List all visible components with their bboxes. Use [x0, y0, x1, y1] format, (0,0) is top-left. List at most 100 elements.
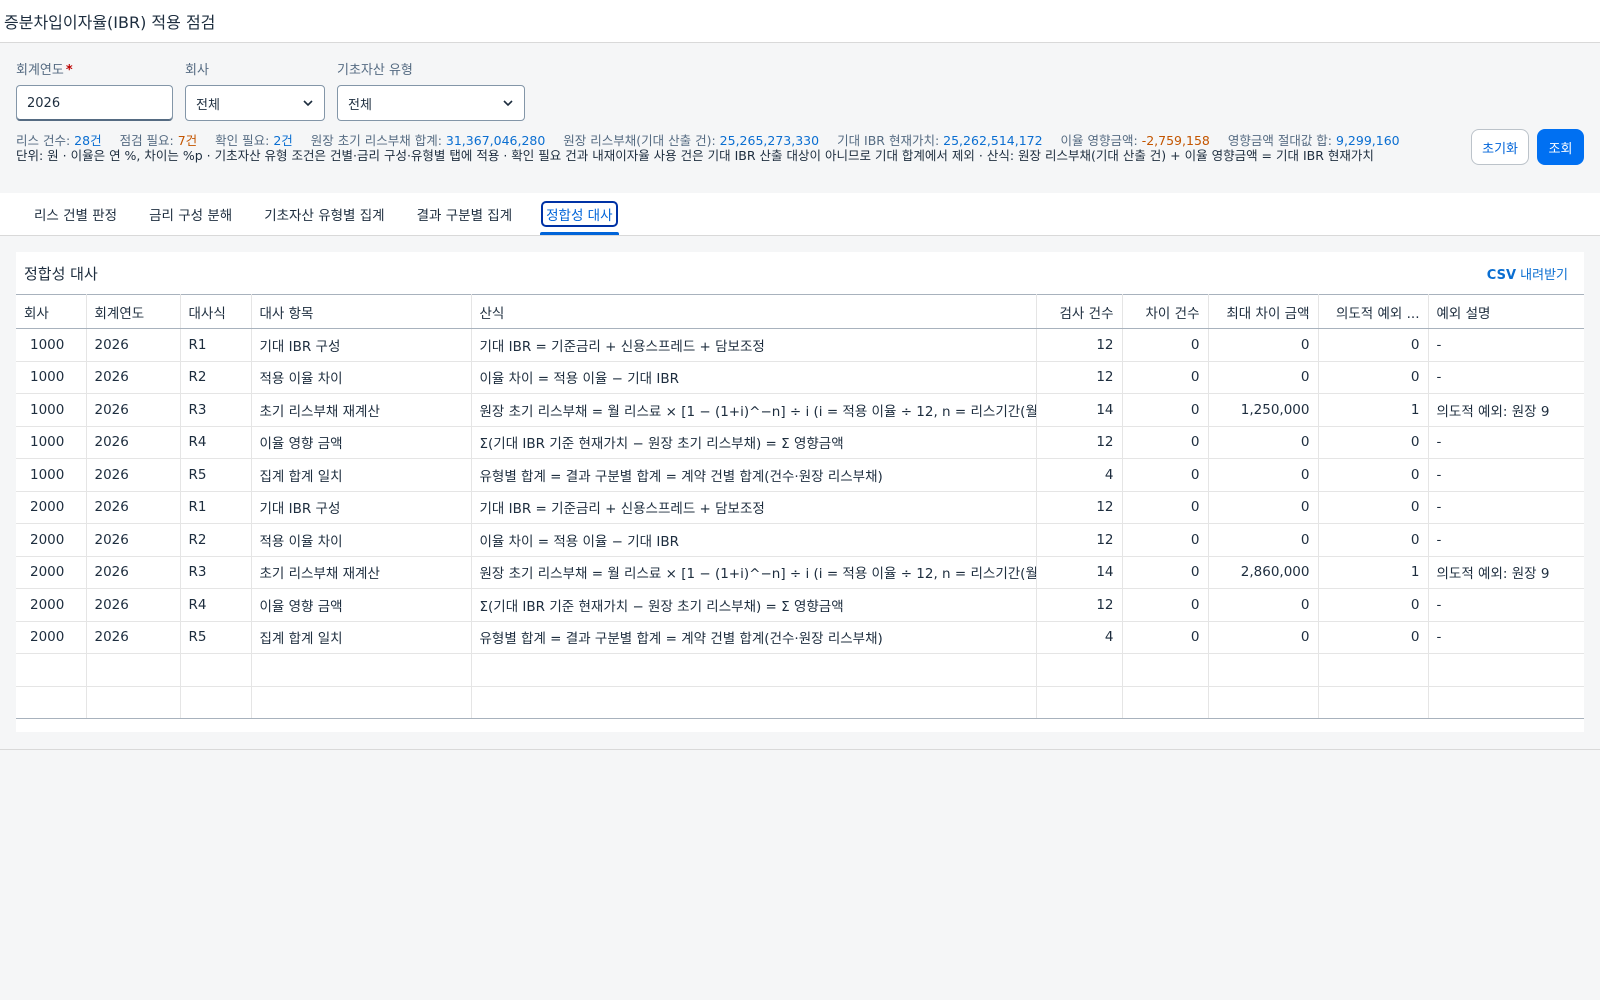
tab-label: 결과 구분별 집계: [416, 208, 513, 224]
cell-formula: 기대 IBR = 기준금리 + 신용스프레드 + 담보조정: [471, 328, 1037, 362]
year-label: 회계연도 *: [16, 59, 173, 78]
cell-diff-count: 0: [1122, 361, 1209, 394]
empty-cell: [1428, 686, 1584, 719]
tab-lease-judgement[interactable]: 리스 건별 판정: [18, 193, 133, 235]
empty-cell: [16, 653, 87, 687]
table-row[interactable]: 2000 2026 R2 적용 이율 차이 이율 차이 = 적용 이율 − 기대 IBR…: [16, 523, 1584, 557]
company-select[interactable]: 전체: [185, 85, 325, 121]
cell-item: 적용 이율 차이: [251, 361, 472, 394]
cell-company: 2000: [16, 621, 87, 654]
cell-year: 2026: [86, 556, 181, 589]
col-formula[interactable]: 산식: [471, 294, 1037, 329]
cell-exception-desc: -: [1428, 491, 1584, 524]
col-diff-count[interactable]: 차이 건수: [1122, 294, 1209, 329]
tab-label: 정합성 대사: [541, 201, 618, 227]
cell-max-diff: 0: [1208, 588, 1319, 622]
asset-type-label: 기초자산 유형: [337, 63, 413, 78]
cell-exception-desc: 의도적 예외: 원장 9: [1428, 393, 1584, 427]
empty-cell: [1122, 686, 1209, 719]
cell-rule: R1: [180, 491, 252, 524]
cell-checked-count: 4: [1036, 458, 1123, 492]
tab-label: 기초자산 유형별 집계: [264, 208, 385, 224]
cell-company: 1000: [16, 328, 87, 362]
cell-formula: 원장 초기 리스부채 = 월 리스료 × [1 − (1+i)^−n] ÷ i …: [471, 393, 1037, 427]
table-row[interactable]: 1000 2026 R2 적용 이율 차이 이율 차이 = 적용 이율 − 기대 IBR…: [16, 361, 1584, 394]
tab-result-summary[interactable]: 결과 구분별 집계: [401, 193, 529, 235]
table-row[interactable]: 2000 2026 R4 이율 영향 금액 Σ(기대 IBR 기준 현재가치 − 원장 …: [16, 588, 1584, 622]
cell-exception-desc: 의도적 예외: 원장 9: [1428, 556, 1584, 589]
asset-type-select[interactable]: 전체: [337, 85, 525, 121]
cell-year: 2026: [86, 523, 181, 557]
cell-year: 2026: [86, 621, 181, 654]
cell-max-diff: 2,860,000: [1208, 556, 1319, 589]
col-company[interactable]: 회사: [16, 294, 87, 329]
empty-cell: [180, 686, 252, 719]
tab-rate-breakdown[interactable]: 금리 구성 분해: [133, 193, 248, 235]
cell-company: 2000: [16, 556, 87, 589]
cell-max-diff: 0: [1208, 328, 1319, 362]
table-row[interactable]: 2000 2026 R5 집계 합계 일치 유형별 합계 = 결과 구분별 합계 = 계…: [16, 621, 1584, 654]
col-checked-count[interactable]: 검사 건수: [1036, 294, 1123, 329]
empty-cell: [1318, 686, 1429, 719]
shell-bar: 증분차입이자율(IBR) 적용 점검: [0, 0, 1600, 43]
cell-intentional-exception: 0: [1318, 588, 1429, 622]
cell-rule: R4: [180, 588, 252, 622]
ledger-initial-value: 31,367,046,280: [445, 133, 546, 148]
cell-formula: Σ(기대 IBR 기준 현재가치 − 원장 초기 리스부채) = Σ 영향금액: [471, 426, 1037, 459]
cell-max-diff: 1,250,000: [1208, 393, 1319, 427]
cell-year: 2026: [86, 328, 181, 362]
col-item[interactable]: 대사 항목: [251, 294, 472, 329]
cell-formula: 이율 차이 = 적용 이율 − 기대 IBR: [471, 361, 1037, 394]
cell-diff-count: 0: [1122, 393, 1209, 427]
table-row[interactable]: 2000 2026 R3 초기 리스부채 재계산 원장 초기 리스부채 = 월 리스료 …: [16, 556, 1584, 589]
cell-rule: R5: [180, 458, 252, 492]
lease-count-value: 28건: [74, 133, 102, 148]
table-row[interactable]: 1000 2026 R4 이율 영향 금액 Σ(기대 IBR 기준 현재가치 − 원장 …: [16, 426, 1584, 459]
rate-impact-label: 이율 영향금액:: [1060, 133, 1138, 148]
ledger-liability-label: 원장 리스부채(기대 산출 건):: [563, 133, 716, 148]
cell-item: 초기 리스부채 재계산: [251, 556, 472, 589]
tab-asset-type-summary[interactable]: 기초자산 유형별 집계: [248, 193, 400, 235]
cell-rule: R3: [180, 393, 252, 427]
chevron-down-icon: [303, 100, 313, 107]
confirm-needed-label: 확인 필요:: [215, 133, 270, 148]
cell-intentional-exception: 0: [1318, 458, 1429, 492]
col-exception-desc[interactable]: 예외 설명: [1428, 294, 1584, 329]
tab-reconciliation[interactable]: 정합성 대사: [528, 193, 630, 235]
cell-diff-count: 0: [1122, 491, 1209, 524]
year-input[interactable]: 2026: [16, 85, 173, 121]
cell-checked-count: 12: [1036, 523, 1123, 557]
check-needed-label: 점검 필요:: [119, 133, 174, 148]
csv-download-link[interactable]: CSV 내려받기: [1487, 264, 1568, 283]
cell-checked-count: 14: [1036, 393, 1123, 427]
cell-diff-count: 0: [1122, 458, 1209, 492]
col-intentional-exception[interactable]: 의도적 예외 ...: [1318, 294, 1429, 329]
search-button[interactable]: 조회: [1537, 129, 1584, 165]
col-max-diff[interactable]: 최대 차이 금액: [1208, 294, 1319, 329]
cell-diff-count: 0: [1122, 328, 1209, 362]
cell-checked-count: 12: [1036, 588, 1123, 622]
table-body: 1000 2026 R1 기대 IBR 구성 기대 IBR = 기준금리 + 신용스프레…: [16, 328, 1584, 719]
cell-year: 2026: [86, 458, 181, 492]
table-row[interactable]: 1000 2026 R1 기대 IBR 구성 기대 IBR = 기준금리 + 신용스프레…: [16, 328, 1584, 362]
cell-checked-count: 4: [1036, 621, 1123, 654]
asset-type-select-value: 전체: [348, 97, 372, 113]
col-rule[interactable]: 대사식: [180, 294, 252, 329]
cell-company: 1000: [16, 361, 87, 394]
table-row[interactable]: 1000 2026 R5 집계 합계 일치 유형별 합계 = 결과 구분별 합계 = 계…: [16, 458, 1584, 492]
reset-button[interactable]: 초기화: [1471, 129, 1529, 165]
app-title: 증분차입이자율(IBR) 적용 점검: [4, 13, 216, 32]
cell-year: 2026: [86, 393, 181, 427]
col-year[interactable]: 회계연도: [86, 294, 181, 329]
cell-max-diff: 0: [1208, 621, 1319, 654]
table-row[interactable]: 2000 2026 R1 기대 IBR 구성 기대 IBR = 기준금리 + 신용스프레…: [16, 491, 1584, 524]
csv-link-rest: 내려받기: [1516, 267, 1568, 283]
reconciliation-panel: 정합성 대사 CSV 내려받기 회사 회계연도 대사식 대사 항목 산식 검사 …: [16, 252, 1584, 732]
filter-actions: 초기화 조회: [1471, 129, 1584, 165]
cell-max-diff: 0: [1208, 491, 1319, 524]
cell-intentional-exception: 1: [1318, 393, 1429, 427]
cell-intentional-exception: 1: [1318, 556, 1429, 589]
table-row[interactable]: 1000 2026 R3 초기 리스부채 재계산 원장 초기 리스부채 = 월 리스료 …: [16, 393, 1584, 427]
cell-diff-count: 0: [1122, 426, 1209, 459]
cell-item: 기대 IBR 구성: [251, 491, 472, 524]
